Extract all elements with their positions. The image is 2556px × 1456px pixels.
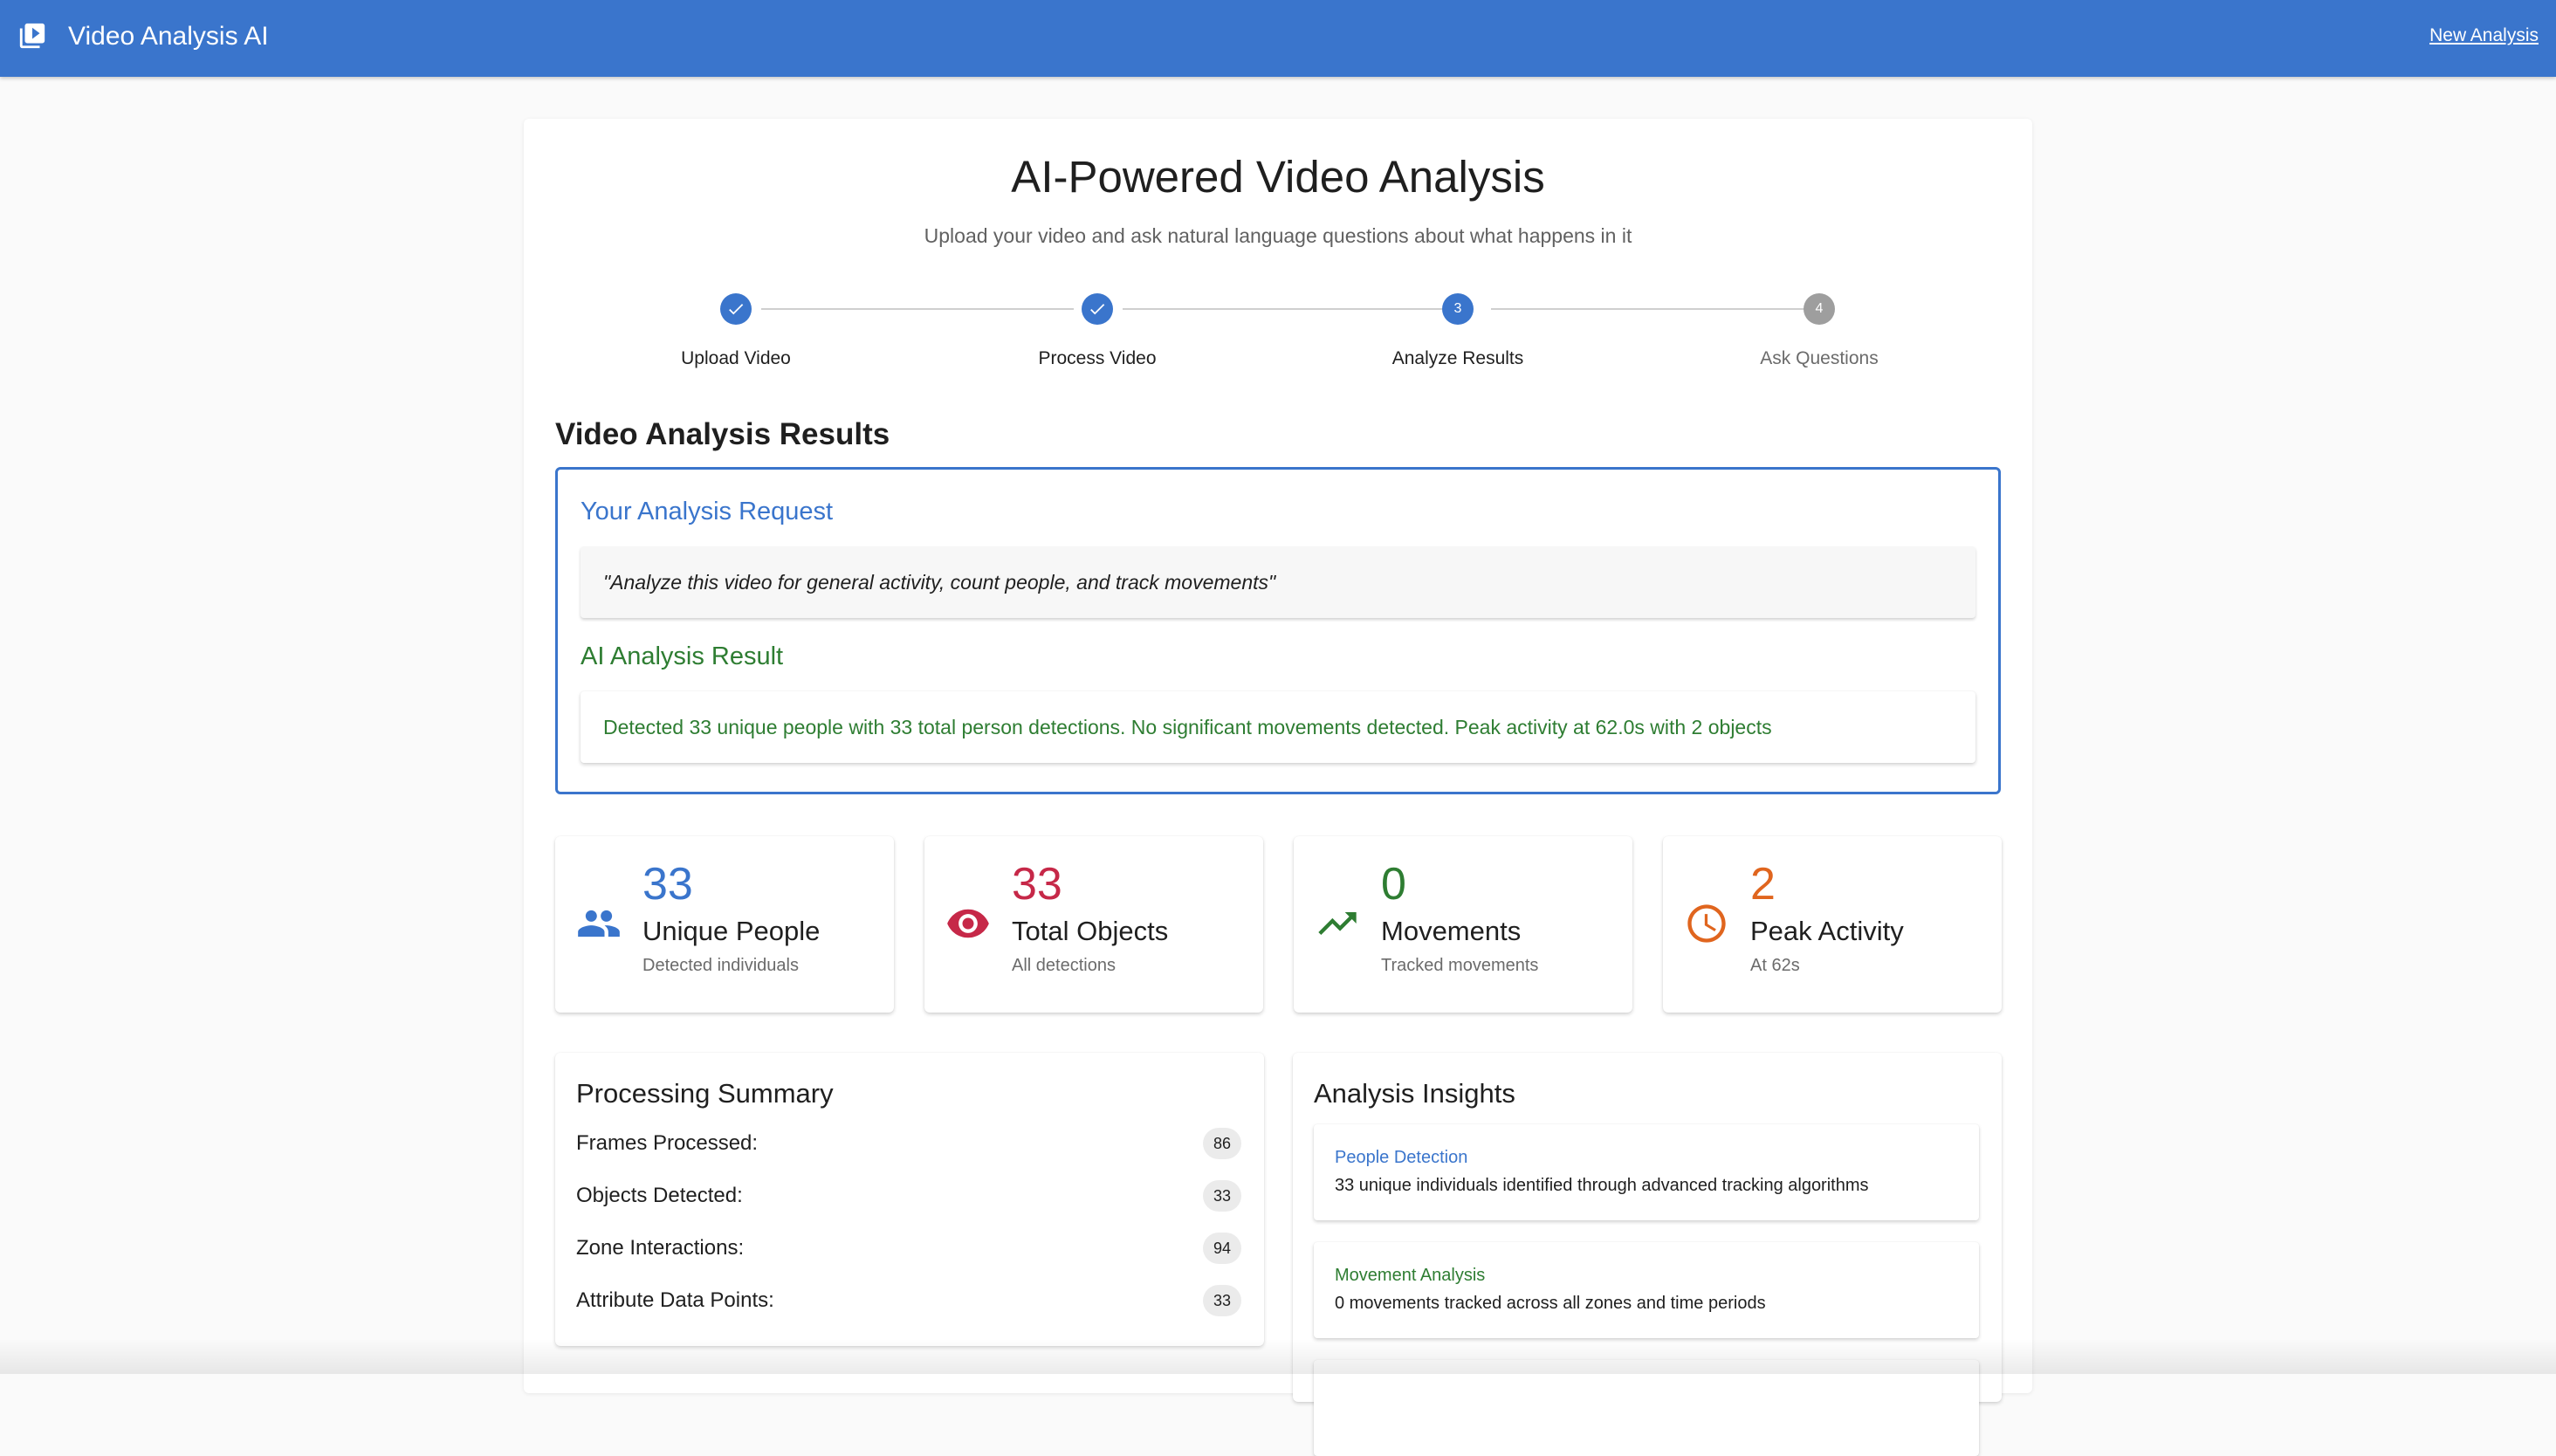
stat-value: 33 xyxy=(1012,859,1062,910)
insight-text: 0 movements tracked across all zones and… xyxy=(1335,1294,1766,1313)
page-title: AI-Powered Video Analysis xyxy=(1011,152,1545,202)
summary-label: Objects Detected: xyxy=(576,1184,743,1207)
stat-card-movements: 0 Movements Tracked movements xyxy=(1294,836,1632,1013)
insight-card-people-detection: People Detection 33 unique individuals i… xyxy=(1314,1124,1979,1220)
stat-label: Unique People xyxy=(642,916,821,946)
step-label-process: Process Video xyxy=(1038,348,1157,368)
summary-row: Frames Processed: 86 xyxy=(576,1124,1241,1163)
page-subtitle: Upload your video and ask natural langua… xyxy=(924,224,1632,247)
insight-text: 33 unique individuals identified through… xyxy=(1335,1176,1869,1195)
app-bar: Video Analysis AI New Analysis xyxy=(0,0,2556,77)
step-label-ask: Ask Questions xyxy=(1760,348,1879,368)
stat-caption: All detections xyxy=(1012,956,1116,975)
stat-caption: Detected individuals xyxy=(642,956,799,975)
step-label-analyze: Analyze Results xyxy=(1391,348,1524,368)
stat-label: Movements xyxy=(1381,916,1522,946)
summary-count-chip: 94 xyxy=(1203,1233,1241,1264)
step-2-check-icon xyxy=(1082,293,1113,325)
insight-card-partial xyxy=(1314,1360,1979,1456)
stat-caption: At 62s xyxy=(1750,956,1800,975)
summary-count-chip: 86 xyxy=(1203,1128,1241,1159)
result-heading: AI Analysis Result xyxy=(581,642,784,670)
summary-row: Objects Detected: 33 xyxy=(576,1177,1241,1215)
stat-label: Peak Activity xyxy=(1750,916,1904,946)
video-library-icon xyxy=(19,23,45,49)
clock-icon xyxy=(1687,904,1726,943)
step-4-number: 4 xyxy=(1804,293,1835,325)
insights-title: Analysis Insights xyxy=(1314,1078,1515,1109)
analysis-insights-panel: Analysis Insights People Detection 33 un… xyxy=(1293,1053,2002,1456)
summary-count-chip: 33 xyxy=(1203,1285,1241,1316)
stat-caption: Tracked movements xyxy=(1381,956,1539,975)
stat-card-total-objects: 33 Total Objects All detections xyxy=(924,836,1263,1013)
results-title: Video Analysis Results xyxy=(555,417,890,451)
app-title: Video Analysis AI xyxy=(68,22,269,51)
insight-card-movement-analysis: Movement Analysis 0 movements tracked ac… xyxy=(1314,1242,1979,1338)
eye-icon xyxy=(947,909,989,938)
insight-heading: People Detection xyxy=(1335,1148,1468,1167)
request-heading: Your Analysis Request xyxy=(581,498,834,525)
summary-title: Processing Summary xyxy=(576,1078,834,1109)
stat-value: 33 xyxy=(642,859,693,910)
stat-value: 2 xyxy=(1750,859,1776,910)
stepper-connector xyxy=(761,308,1074,310)
request-text: "Analyze this video for general activity… xyxy=(581,546,1975,618)
summary-label: Attribute Data Points: xyxy=(576,1288,774,1312)
stepper-connector xyxy=(1123,308,1442,310)
summary-label: Frames Processed: xyxy=(576,1131,759,1155)
new-analysis-link[interactable]: New Analysis xyxy=(2429,23,2539,49)
stepper-connector xyxy=(1491,308,1804,310)
processing-summary-panel: Processing Summary Frames Processed: 86 … xyxy=(555,1053,1264,1346)
summary-label: Zone Interactions: xyxy=(576,1236,745,1260)
result-text: Detected 33 unique people with 33 total … xyxy=(581,691,1975,763)
summary-row: Attribute Data Points: 33 xyxy=(576,1281,1241,1320)
insight-heading: Movement Analysis xyxy=(1335,1266,1486,1285)
people-icon xyxy=(578,910,620,937)
summary-row: Zone Interactions: 94 xyxy=(576,1229,1241,1267)
summary-count-chip: 33 xyxy=(1203,1180,1241,1212)
step-3-number: 3 xyxy=(1442,293,1474,325)
analysis-request-box: Your Analysis Request "Analyze this vide… xyxy=(555,467,2001,794)
trending-up-icon xyxy=(1318,912,1357,935)
stat-value: 0 xyxy=(1381,859,1406,910)
step-label-upload: Upload Video xyxy=(681,348,791,368)
step-1-check-icon xyxy=(720,293,752,325)
stat-card-unique-people: 33 Unique People Detected individuals xyxy=(555,836,894,1013)
stat-label: Total Objects xyxy=(1012,916,1169,946)
stat-card-peak-activity: 2 Peak Activity At 62s xyxy=(1663,836,2002,1013)
